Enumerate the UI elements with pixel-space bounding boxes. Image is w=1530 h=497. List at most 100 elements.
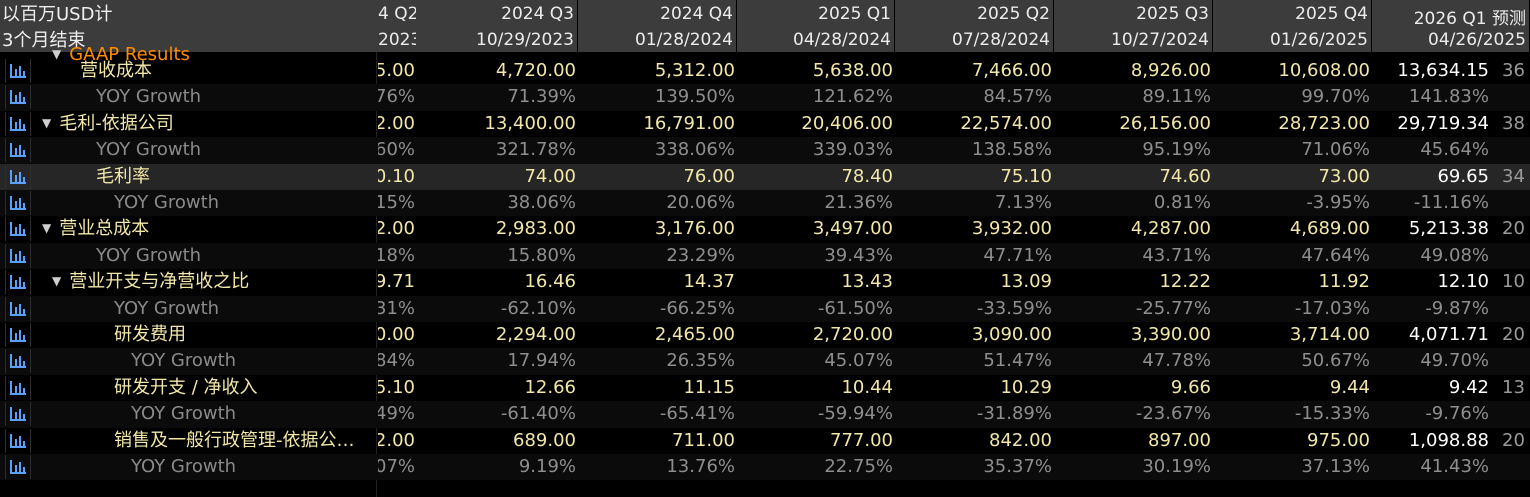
table-row[interactable]: ▼ 营业开支与净营收之比 9.71 16.46 14.37 13.43 13.09 12.22… [0,269,1530,295]
bar-chart-icon[interactable] [5,217,31,242]
table-cell-next-column-clipped[interactable]: 38 [1502,111,1525,137]
table-cell-partial[interactable]: .84% [378,348,415,374]
table-cell[interactable]: 21.36% [743,190,893,216]
collapse-triangle-icon[interactable]: ▼ [42,116,51,130]
table-cell-next-column-clipped[interactable]: 20 [1502,428,1525,454]
table-row[interactable]: 销售及一般行政管理-依据公… 2.00 689.00 711.00 777.00 842.… [0,428,1530,454]
row-label-yoy-growth[interactable]: YOY Growth [96,137,201,163]
table-row[interactable]: 营收成本 5.00 4,720.00 5,312.00 5,638.00 7,466.00… [0,58,1530,84]
row-label[interactable]: 研发费用 [114,322,186,348]
table-cell[interactable]: 4,720.00 [426,58,576,84]
table-cell[interactable]: 777.00 [743,428,893,454]
table-cell-next-column-clipped[interactable]: 36 [1502,58,1525,84]
table-cell[interactable]: 26,156.00 [1061,111,1211,137]
table-cell[interactable]: 43.71% [1061,243,1211,269]
table-row[interactable]: YOY Growth .31% -62.10% -66.25% -61.50% -33.5… [0,295,1530,322]
table-cell[interactable]: 49.70% [1339,348,1489,374]
table-cell[interactable]: -31.89% [902,401,1052,427]
bar-chart-icon[interactable] [5,111,31,136]
table-row[interactable]: 毛利率 0.10 74.00 76.00 78.40 75.10 74.60 73.00 69.… [0,163,1530,190]
table-cell-next-column-clipped[interactable]: 13 [1502,375,1525,401]
table-cell[interactable]: 38.06% [426,190,576,216]
table-cell-next-column-clipped[interactable]: 34 [1502,164,1525,190]
table-cell[interactable]: 13.76% [585,454,735,480]
table-cell[interactable]: 8,926.00 [1061,58,1211,84]
row-label[interactable]: 研发开支 / 净收入 [114,375,258,401]
table-cell[interactable]: 10.44 [743,375,893,401]
table-cell[interactable]: 22.75% [743,454,893,480]
table-cell-next-column-clipped[interactable]: 10 [1502,269,1525,295]
table-row[interactable]: YOY Growth .49% -61.40% -65.41% -59.94% -31.8… [0,401,1530,428]
table-cell[interactable]: 16.46 [426,269,576,295]
table-cell-partial[interactable]: 0.00 [378,322,415,348]
table-cell[interactable]: -9.76% [1339,401,1489,427]
table-cell[interactable]: 139.50% [585,84,735,110]
table-cell-partial[interactable]: 9.71 [378,269,415,295]
table-cell[interactable]: 20.06% [585,190,735,216]
table-cell[interactable]: 22,574.00 [902,111,1052,137]
table-cell[interactable]: 3,932.00 [902,216,1052,242]
table-cell[interactable]: 9.19% [426,454,576,480]
table-cell[interactable]: 12.22 [1061,269,1211,295]
table-cell[interactable]: 75.10 [902,164,1052,190]
row-label-yoy-growth[interactable]: YOY Growth [96,84,201,110]
table-cell[interactable]: 95.19% [1061,137,1211,163]
table-row[interactable]: 研发费用 0.00 2,294.00 2,465.00 2,720.00 3,090.00… [0,322,1530,348]
table-cell[interactable]: 39.43% [743,243,893,269]
row-label-yoy-growth[interactable]: YOY Growth [114,190,219,216]
bar-chart-icon[interactable] [5,375,31,400]
table-cell[interactable]: 71.39% [426,84,576,110]
table-cell[interactable]: -33.59% [902,296,1052,322]
table-cell[interactable]: 1,098.88 [1339,428,1489,454]
table-cell-partial[interactable]: .49% [378,401,415,427]
table-cell[interactable]: -65.41% [585,401,735,427]
table-cell[interactable]: 45.07% [743,348,893,374]
table-cell[interactable]: 78.40 [743,164,893,190]
table-cell[interactable]: 30.19% [1061,454,1211,480]
table-cell[interactable]: 4,287.00 [1061,216,1211,242]
table-cell[interactable]: 5,638.00 [743,58,893,84]
table-cell-partial[interactable]: .76% [378,84,415,110]
partial-column-label[interactable]: 4 Q2 [378,4,416,24]
table-cell[interactable]: 23.29% [585,243,735,269]
table-cell-partial[interactable]: .15% [378,190,415,216]
row-label[interactable]: ▼ 营业开支与净营收之比 [52,269,249,296]
row-label-yoy-growth[interactable]: YOY Growth [114,296,219,322]
table-cell[interactable]: 3,090.00 [902,322,1052,348]
table-cell[interactable]: 5,213.38 [1339,216,1489,242]
table-cell-partial[interactable]: 2.00 [378,111,415,137]
table-cell[interactable]: 74.00 [426,164,576,190]
table-cell[interactable]: 2,720.00 [743,322,893,348]
table-cell[interactable]: 0.81% [1061,190,1211,216]
bar-chart-icon[interactable] [5,138,31,163]
table-row[interactable]: ▼ 毛利-依据公司 2.00 13,400.00 16,791.00 20,406.00 2… [0,111,1530,137]
table-cell[interactable]: 13.43 [743,269,893,295]
table-cell-partial[interactable]: .07% [378,454,415,480]
table-cell[interactable]: 321.78% [426,137,576,163]
table-cell[interactable]: 20,406.00 [743,111,893,137]
row-label-yoy-growth[interactable]: YOY Growth [131,401,236,427]
bar-chart-icon[interactable] [5,428,31,453]
table-cell[interactable]: -66.25% [585,296,735,322]
table-cell-partial[interactable]: 5.00 [378,58,415,84]
table-cell[interactable]: -59.94% [743,401,893,427]
bar-chart-icon[interactable] [5,455,31,479]
table-cell[interactable]: 45.64% [1339,137,1489,163]
column-header-label[interactable]: 2025 Q1 [743,4,891,24]
table-cell[interactable]: -23.67% [1061,401,1211,427]
bar-chart-icon[interactable] [5,296,31,321]
table-cell[interactable]: -9.87% [1339,296,1489,322]
column-header-label[interactable]: 2025 Q3 [1061,4,1209,24]
table-cell[interactable]: 3,176.00 [585,216,735,242]
table-cell[interactable]: 5,312.00 [585,58,735,84]
row-label-yoy-growth[interactable]: YOY Growth [131,454,236,480]
table-cell-partial[interactable]: 0.10 [378,164,415,190]
table-cell[interactable]: -25.77% [1061,296,1211,322]
table-cell-partial[interactable]: .60% [378,137,415,163]
table-row[interactable]: YOY Growth .07% 9.19% 13.76% 22.75% 35.37% 30.… [0,454,1530,481]
row-label[interactable]: ▼ 毛利-依据公司 [42,111,174,138]
table-cell[interactable]: 2,465.00 [585,322,735,348]
table-cell-next-column-clipped[interactable]: 20 [1502,216,1525,242]
table-cell[interactable]: 12.10 [1339,269,1489,295]
column-header-label[interactable]: 2025 Q2 [902,4,1050,24]
